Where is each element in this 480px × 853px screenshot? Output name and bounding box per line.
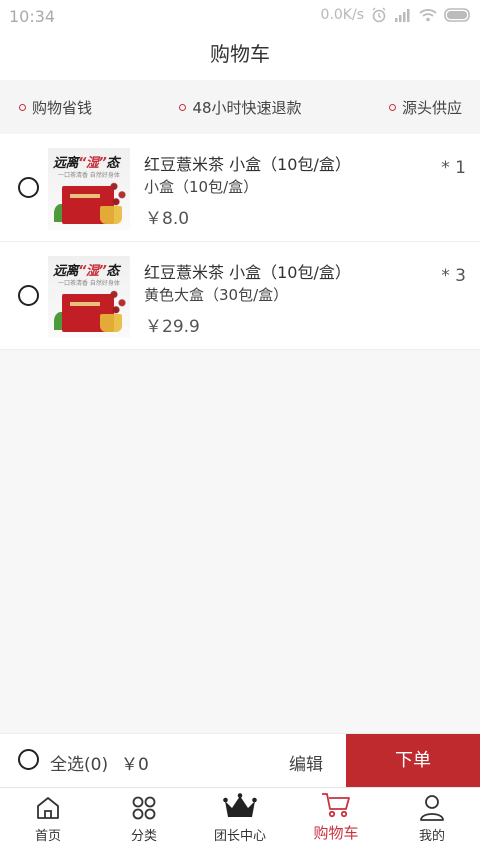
product-price: ￥8.0 <box>145 209 190 229</box>
product-price: ￥29.9 <box>145 317 200 337</box>
feature-label: 48小时快速退款 <box>192 98 302 117</box>
feature-strip: 购物省钱 48小时快速退款 源头供应 <box>0 80 480 134</box>
total-price: ￥0 <box>121 755 149 775</box>
tab-home[interactable]: 首页 <box>0 788 96 853</box>
tab-label: 分类 <box>130 829 157 844</box>
feature-item: 48小时快速退款 <box>179 97 302 118</box>
bullet-icon <box>19 103 26 111</box>
tab-label: 团长中心 <box>213 829 266 844</box>
cart-list: 远离“湿”态 一口茶清香 自然好身体 红豆薏米茶 小盒（10包/盒） 小盒（10… <box>0 134 480 350</box>
category-icon <box>132 796 156 820</box>
wifi-icon <box>419 9 437 22</box>
tab-label: 首页 <box>34 829 61 844</box>
feature-label: 购物省钱 <box>32 98 93 117</box>
item-select-radio[interactable] <box>18 285 39 306</box>
select-all-label[interactable]: 全选(0) <box>50 750 108 775</box>
tab-cart[interactable]: 购物车 <box>288 788 384 853</box>
crown-icon <box>223 793 257 817</box>
beans-shape <box>108 286 128 314</box>
checkout-bar: 全选(0) ￥0 编辑 下单 <box>0 733 480 788</box>
page-header: 购物车 <box>0 32 480 80</box>
cart-item[interactable]: 远离“湿”态 一口茶清香 自然好身体 红豆薏米茶 小盒（10包/盒） 黄色大盒（… <box>0 242 480 350</box>
product-spec: 小盒（10包/盒） <box>144 178 259 196</box>
battery-icon <box>444 8 470 22</box>
tab-leader-center[interactable]: 团长中心 <box>192 788 288 853</box>
page-title: 购物车 <box>210 42 270 66</box>
product-image[interactable]: 远离“湿”态 一口茶清香 自然好身体 <box>48 256 130 338</box>
item-select-radio[interactable] <box>18 177 39 198</box>
user-icon <box>420 795 444 821</box>
product-image-slogan: 远离“湿”态 <box>53 264 119 279</box>
tab-label: 购物车 <box>313 824 359 842</box>
product-name[interactable]: 红豆薏米茶 小盒（10包/盒） <box>144 259 351 283</box>
tab-category[interactable]: 分类 <box>96 788 192 853</box>
feature-label: 源头供应 <box>401 98 462 117</box>
home-icon <box>37 797 59 819</box>
tab-label: 我的 <box>418 829 445 844</box>
product-quantity: * 3 <box>441 266 466 286</box>
status-bar: 10:34 0.0K/s <box>0 0 480 32</box>
place-order-button[interactable]: 下单 <box>346 734 480 788</box>
tea-cup-shape <box>100 206 122 224</box>
bullet-icon <box>179 103 187 111</box>
feature-item: 购物省钱 <box>19 97 92 118</box>
feature-item: 源头供应 <box>388 97 462 118</box>
network-speed: 0.0K/s <box>320 7 364 23</box>
select-all-radio[interactable] <box>18 749 39 770</box>
signal-icon <box>395 9 410 22</box>
tab-mine[interactable]: 我的 <box>384 788 480 853</box>
product-image[interactable]: 远离“湿”态 一口茶清香 自然好身体 <box>48 148 130 230</box>
edit-button[interactable]: 编辑 <box>289 750 323 775</box>
cart-icon <box>322 793 350 818</box>
product-quantity: * 1 <box>441 158 466 178</box>
alarm-icon <box>372 7 386 23</box>
bullet-icon <box>388 103 396 111</box>
bottom-tab-bar: 首页 分类 团长中心 购物车 我的 <box>0 787 480 853</box>
product-spec: 黄色大盒（30包/盒） <box>144 286 289 304</box>
product-image-slogan: 远离“湿”态 <box>53 156 119 171</box>
cart-item[interactable]: 远离“湿”态 一口茶清香 自然好身体 红豆薏米茶 小盒（10包/盒） 小盒（10… <box>0 134 480 242</box>
status-time: 10:34 <box>9 7 56 26</box>
tea-cup-shape <box>100 314 122 332</box>
beans-shape <box>108 178 128 206</box>
product-name[interactable]: 红豆薏米茶 小盒（10包/盒） <box>144 151 351 175</box>
